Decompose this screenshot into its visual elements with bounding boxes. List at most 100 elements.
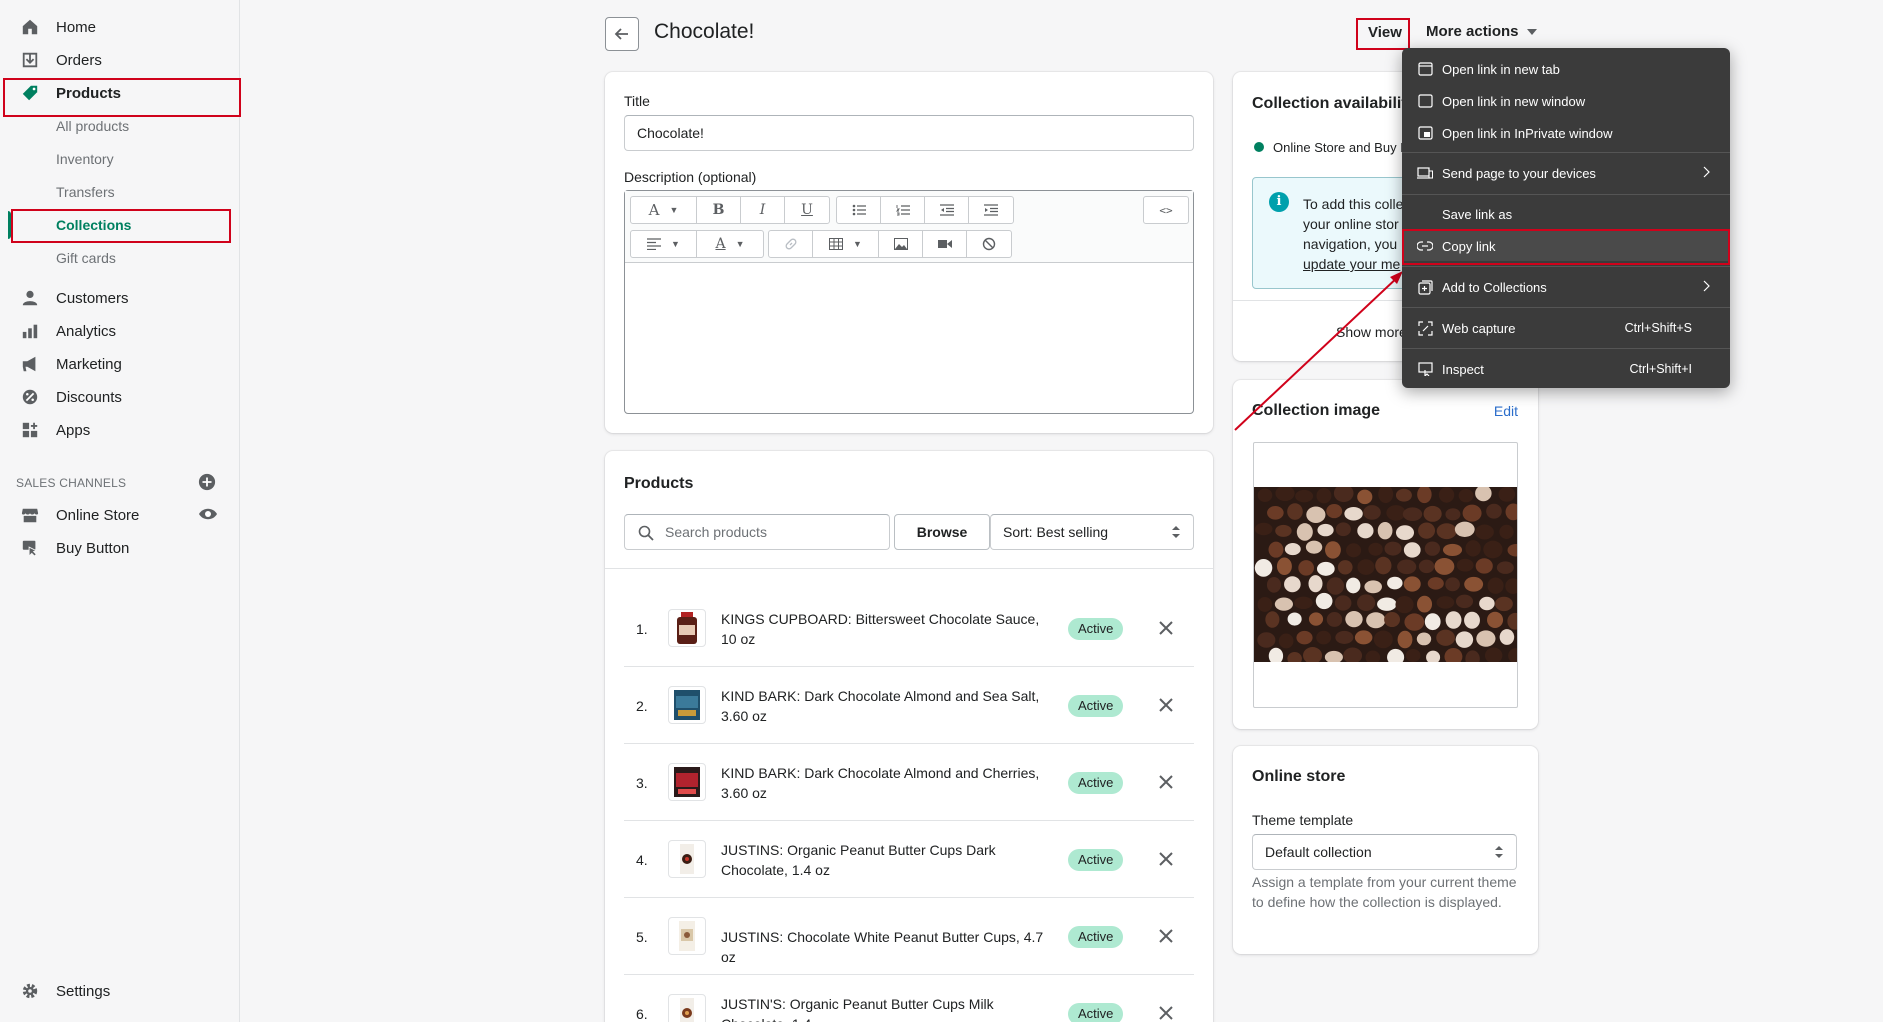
close-icon[interactable] [1154,1001,1178,1022]
toolbar-group-insert: ▼ [768,230,1012,258]
menu-web-capture[interactable]: Web capture Ctrl+Shift+S [1402,313,1730,343]
menu-add-collections[interactable]: Add to Collections [1402,272,1730,302]
chevron-down-icon: ▼ [671,239,680,249]
nav-marketing[interactable]: Marketing [0,349,240,379]
italic-icon[interactable]: I [741,197,785,223]
more-actions-label: More actions [1426,23,1519,40]
toolbar-group-text: A ▼ B I U [630,196,830,224]
status-badge: Active [1068,772,1124,794]
add-channel-icon[interactable] [198,473,216,491]
close-icon[interactable] [1154,847,1178,871]
theme-template-label: Theme template [1252,812,1354,828]
menu-copy-link[interactable]: Copy link [1402,231,1730,261]
nav-settings[interactable]: Settings [0,976,240,1006]
menu-label: Copy link [1442,238,1496,254]
nav-all-products[interactable]: All products [56,114,129,138]
new-window-icon [1416,92,1434,110]
inspect-icon [1416,360,1434,378]
nav-home[interactable]: Home [0,12,240,42]
close-icon[interactable] [1154,770,1178,794]
view-button[interactable]: View [1360,20,1410,46]
product-name[interactable]: JUSTIN'S: Organic Peanut Butter Cups Mil… [721,994,1051,1022]
close-icon[interactable] [1154,616,1178,640]
menu-send-page[interactable]: Send page to your devices [1402,158,1730,188]
store-icon [20,505,40,525]
collection-image-card: Collection image Edit [1233,380,1538,729]
menu-open-new-window[interactable]: Open link in new window [1402,86,1730,116]
table-dropdown[interactable]: ▼ [813,231,879,257]
status-badge: Active [1068,1003,1124,1022]
customer-icon [20,288,40,308]
nav-products[interactable]: Products [0,78,240,108]
menu-open-new-tab[interactable]: Open link in new tab [1402,54,1730,84]
product-name[interactable]: JUSTINS: Chocolate White Peanut Butter C… [721,927,1051,967]
info-line: To add this colle [1303,196,1404,212]
title-input[interactable]: Chocolate! [624,115,1194,151]
back-button[interactable] [605,17,639,51]
caret-down-icon [1526,28,1537,35]
nav-transfers[interactable]: Transfers [56,180,115,204]
video-icon[interactable] [923,231,967,257]
info-text: To add this colle your online stor navig… [1303,194,1403,274]
web-capture-icon [1416,319,1434,337]
eye-icon[interactable] [198,506,218,524]
numbered-list-icon[interactable] [881,197,925,223]
nav-inventory[interactable]: Inventory [56,147,114,171]
sort-select[interactable]: Sort: Best selling [990,514,1194,550]
nav-discounts[interactable]: Discounts [0,382,240,412]
nav-apps[interactable]: Apps [0,415,240,445]
close-icon[interactable] [1154,924,1178,948]
browse-button[interactable]: Browse [894,514,990,550]
toolbar-group-format: ▼ A ▼ [630,230,764,258]
edit-image-link[interactable]: Edit [1494,403,1518,419]
clear-format-icon[interactable] [967,231,1011,257]
underline-icon[interactable]: U [785,197,829,223]
description-textarea[interactable] [625,263,1193,413]
nav-buy-button[interactable]: Buy Button [0,533,240,563]
menu-open-inprivate[interactable]: Open link in InPrivate window [1402,118,1730,148]
menu-label: Open link in InPrivate window [1442,125,1613,141]
table-row: 1. KINGS CUPBOARD: Bittersweet Chocolate… [624,590,1194,667]
align-dropdown[interactable]: ▼ [631,231,697,257]
product-name[interactable]: KINGS CUPBOARD: Bittersweet Chocolate Sa… [721,609,1051,649]
nav-gift-cards[interactable]: Gift cards [56,246,116,270]
nav-customers[interactable]: Customers [0,283,240,313]
font-style-dropdown[interactable]: A ▼ [631,197,697,223]
nav-analytics[interactable]: Analytics [0,316,240,346]
text-color-dropdown[interactable]: A ▼ [697,231,763,257]
sales-channels-heading: SALES CHANNELS [16,476,127,490]
indent-icon[interactable] [969,197,1013,223]
nav-customers-label: Customers [56,289,129,307]
row-number: 5. [636,929,648,945]
chocolates-image [1254,487,1517,662]
image-icon[interactable] [879,231,923,257]
link-icon[interactable] [769,231,813,257]
nav-collections[interactable]: Collections [56,213,131,237]
info-line: your online stor [1303,216,1399,232]
new-tab-icon [1416,60,1434,78]
table-row: 2. KIND BARK: Dark Chocolate Almond and … [624,667,1194,744]
menu-label: Open link in new tab [1442,61,1560,77]
search-products-input[interactable]: Search products [624,514,890,550]
nav-products-label: Products [56,84,122,102]
more-actions-button[interactable]: More actions [1426,23,1537,40]
close-icon[interactable] [1154,693,1178,717]
bullet-list-icon[interactable] [837,197,881,223]
product-name[interactable]: KIND BARK: Dark Chocolate Almond and Sea… [721,686,1051,726]
product-thumbnail [668,917,706,955]
product-name[interactable]: JUSTINS: Organic Peanut Butter Cups Dark… [721,840,1051,880]
menu-inspect[interactable]: Inspect Ctrl+Shift+I [1402,354,1730,384]
product-thumbnail [668,686,706,724]
nav-orders[interactable]: Orders [0,45,240,75]
active-indicator [8,211,11,239]
outdent-icon[interactable] [925,197,969,223]
show-more-button[interactable]: Show more [1336,324,1407,340]
html-toggle-button[interactable]: <> [1144,197,1188,223]
theme-template-select[interactable]: Default collection [1252,834,1517,870]
product-name[interactable]: KIND BARK: Dark Chocolate Almond and Che… [721,763,1051,803]
align-left-icon [647,238,662,250]
update-menu-link[interactable]: update your me [1303,254,1403,274]
menu-save-link[interactable]: Save link as [1402,199,1730,229]
theme-help-text: Assign a template from your current them… [1252,874,1517,910]
bold-icon[interactable]: B [697,197,741,223]
